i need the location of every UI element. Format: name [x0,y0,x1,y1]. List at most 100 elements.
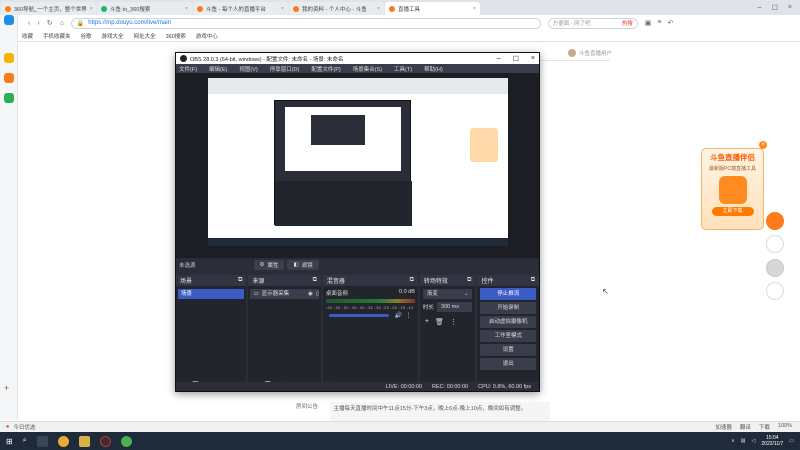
home-icon[interactable]: ⌂ [60,20,64,27]
extension-icon[interactable]: ▣ [645,19,652,27]
browser-tab[interactable]: 斗鱼 - 每个人的直播平台 × [193,2,288,15]
scene-item[interactable]: 场景 [178,289,245,299]
back-icon[interactable]: ‹ [28,20,30,27]
close-window-icon[interactable]: × [788,4,792,12]
close-ad-icon[interactable]: × [759,141,767,149]
nested-obs-window [274,100,412,226]
minimize-icon[interactable]: – [497,55,501,63]
notification-icon[interactable]: ▭ [789,438,794,444]
minimize-icon[interactable]: – [758,4,762,12]
menu-icon[interactable]: ≡ [657,19,661,27]
browser360-app-icon[interactable] [120,435,132,447]
expand-float-icon[interactable] [766,259,784,277]
dock-float-icon[interactable]: ⧉ [313,277,317,284]
system-tray: ∧ ▤ ◁ 15:04 2022/11/7 ▭ [731,435,800,447]
sidebar-app-icon[interactable] [4,93,14,103]
bookmark-item[interactable]: 收藏 [22,32,33,40]
search-icon[interactable]: ⌕ [23,437,27,445]
browser-tab[interactable]: 我的资料 - 个人中心 - 斗鱼 × [289,2,384,15]
start-recording-button[interactable]: 开始录制 [480,302,536,314]
transition-select[interactable]: 渐变 ⌄ [422,289,473,299]
obs-titlebar: OBS 28.0.3 (64-bit, windows) - 配置文件: 未命名… [176,53,539,64]
dock-float-icon[interactable]: ⧉ [531,277,535,284]
forward-icon[interactable]: › [37,20,39,27]
headset-float-icon[interactable] [766,282,784,300]
bookmark-item[interactable]: 游戏中心 [196,32,218,40]
user-menu[interactable]: 斗鱼直播用户 [568,49,612,57]
obs-preview[interactable] [176,73,539,258]
browser-tab[interactable]: 360导航_一个主页，整个世界 × [1,2,96,15]
menu-file[interactable]: 文件(F) [179,65,197,73]
game-app-icon[interactable] [78,435,90,447]
chrome-app-icon[interactable] [57,435,69,447]
ad-popup[interactable]: × 斗鱼直播伴侣 最新版PC端直播工具 立即下载 [701,141,767,230]
menu-docks[interactable]: 停靠窗口(D) [270,65,300,73]
eye-icon[interactable]: ◉ [308,289,313,299]
speaker-icon[interactable]: 🔊 [395,312,402,319]
bookmark-item[interactable]: 网址大全 [134,32,156,40]
bookmark-item[interactable]: 谷歌 [81,32,92,40]
menu-scene-collection[interactable]: 场景集合(S) [353,65,382,73]
lock-icon[interactable]: ▯ [316,289,319,299]
nested-taskbar [208,238,508,246]
volume-slider[interactable] [328,314,389,317]
taskview-icon[interactable] [36,435,48,447]
bookmark-item[interactable]: 360搜索 [166,32,186,40]
menu-profile[interactable]: 配置文件(P) [311,65,340,73]
home-float-icon[interactable] [766,235,784,253]
close-window-icon[interactable]: × [531,55,535,63]
add-icon[interactable]: + [425,318,429,326]
bookmark-item[interactable]: 游戏大全 [102,32,124,40]
menu-view[interactable]: 视图(V) [239,65,257,73]
duration-input[interactable]: 300 ms [436,302,473,312]
sidebar-add-icon[interactable]: + [4,383,14,393]
more-icon[interactable]: ⋮ [405,312,411,319]
exit-button[interactable]: 退出 [480,358,536,370]
virtual-camera-button[interactable]: 启动虚拟摄像机 [480,316,536,328]
trash-icon[interactable]: 🗑 [435,318,444,326]
maximize-icon[interactable]: ☐ [772,4,778,12]
dock-float-icon[interactable]: ⧉ [467,277,471,284]
windows-taskbar: ⊞ ⌕ ∧ ▤ ◁ 15:04 2022/11/7 ▭ [0,432,800,450]
dock-float-icon[interactable]: ⧉ [238,277,242,284]
dock-float-icon[interactable]: ⧉ [410,277,414,284]
close-tab-icon[interactable]: × [377,6,380,12]
menu-help[interactable]: 帮助(H) [424,65,443,73]
close-tab-icon[interactable]: × [90,6,93,12]
menu-edit[interactable]: 编辑(E) [209,65,227,73]
filters-button[interactable]: ◧ 滤镜 [287,260,319,270]
play-float-icon[interactable] [766,212,784,230]
obs-app-icon[interactable] [99,435,111,447]
sidebar-browser-icon[interactable] [4,15,14,25]
sidebar-game-icon[interactable] [4,73,14,83]
close-tab-icon[interactable]: × [281,6,284,12]
monitor-icon: ▭ [253,291,259,297]
browser-tab-active[interactable]: 直播工具 × [385,2,480,15]
more-icon[interactable]: ⋮ [450,318,457,326]
obs-menu-bar: 文件(F) 编辑(E) 视图(V) 停靠窗口(D) 配置文件(P) 场景集合(S… [176,64,539,73]
sidebar-star-icon[interactable] [4,53,14,63]
stop-streaming-button[interactable]: 停止推流 [480,288,536,300]
search-input[interactable]: 方便面 - 网了吧 热搜 [547,17,638,29]
close-tab-icon[interactable]: × [185,6,188,12]
clock[interactable]: 15:04 2022/11/7 [761,435,783,447]
properties-button[interactable]: ⚙ 属性 [253,260,285,270]
source-item[interactable]: ▭ 显示器采集 ◉ ▯ [250,289,319,299]
studio-mode-button[interactable]: 工作室模式 [480,330,536,342]
close-tab-icon[interactable]: × [473,6,476,12]
network-icon[interactable]: ▤ [741,438,746,444]
url-bar[interactable]: 🔒 https://mp.douyu.com/live/main [70,17,541,29]
browser-tab[interactable]: 斗鱼 to_360搜索 × [97,2,192,15]
maximize-icon[interactable]: ☐ [513,55,519,63]
settings-button[interactable]: 设置 [480,344,536,356]
windows-start-icon[interactable]: ⊞ [6,437,13,446]
reload-icon[interactable]: ↻ [47,19,53,27]
undo-icon[interactable]: ↶ [668,19,674,27]
ad-download-button[interactable]: 立即下载 [711,207,754,216]
ad-mascot-image [718,176,747,204]
chevron-up-icon[interactable]: ∧ [731,438,735,444]
volume-icon[interactable]: ◁ [752,438,756,444]
obs-docks: 场景⧉ 场景 + 🗑 ∧ ∨ 来源⧉ ▭ 显示器采集 ◉ ▯ + 🗑 ⚙ ∧ [176,275,539,391]
bookmark-item[interactable]: 手机收藏夹 [43,32,71,40]
menu-tools[interactable]: 工具(T) [394,65,412,73]
